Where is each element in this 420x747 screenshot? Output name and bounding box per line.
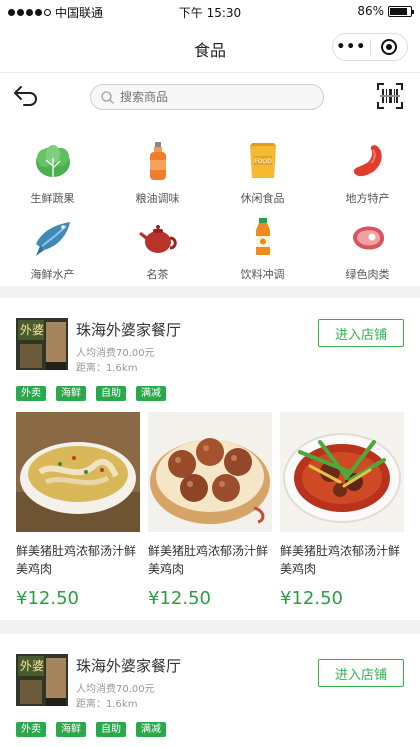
barcode-scan-icon[interactable]: [376, 82, 404, 110]
meat-icon: [352, 226, 384, 250]
category-label: 绿色肉类: [345, 268, 390, 281]
category-green-meat[interactable]: 绿色肉类: [315, 216, 420, 282]
vegetable-icon: [35, 145, 70, 177]
shop-card: 外婆 珠海外婆家餐厅 人均消费70.00元 距离：1.6km 进入店铺 外卖 海…: [0, 298, 420, 620]
category-label: 名茶: [146, 268, 169, 281]
category-local-specialty[interactable]: 地方特产: [315, 140, 420, 206]
category-label: 休闲食品: [240, 192, 285, 205]
svg-text:外婆: 外婆: [20, 323, 44, 337]
shop-tag: 自助: [96, 722, 126, 737]
category-label: 饮料冲调: [240, 268, 285, 281]
shop-distance: 距离：1.6km: [76, 699, 138, 710]
dish-price: ¥12.50: [148, 588, 211, 609]
dish-item[interactable]: 鲜美猪肚鸡浓郁汤汁鲜美鸡肉 ¥12.50: [16, 412, 140, 609]
search-row: [0, 72, 420, 120]
dish-image: [16, 412, 140, 532]
shop-avg-cost: 人均消费70.00元: [76, 348, 155, 359]
mini-program-capsule: •••: [332, 33, 408, 61]
shop-tag: 海鲜: [56, 386, 86, 401]
back-arrow-icon[interactable]: [12, 83, 40, 109]
search-icon: [101, 90, 114, 104]
teapot-icon: [138, 225, 177, 253]
status-bar: 中国联通 下午 15:30 86%: [0, 0, 420, 22]
category-label: 海鲜水产: [30, 268, 75, 281]
dish-price: ¥12.50: [280, 588, 343, 609]
target-circle-icon[interactable]: [370, 39, 407, 55]
snack-bag-icon: FOOD: [249, 143, 276, 178]
oil-bottle-icon: [149, 142, 166, 180]
shop-name[interactable]: 珠海外婆家餐厅: [76, 319, 181, 340]
battery-percent: 86%: [357, 4, 384, 18]
dish-name: 鲜美猪肚鸡浓郁汤汁鲜美鸡肉: [16, 544, 137, 576]
svg-text:外婆: 外婆: [20, 659, 44, 673]
category-grain-oil[interactable]: 粮油调味: [105, 140, 210, 206]
shop-tag: 满减: [136, 722, 166, 737]
category-seafood[interactable]: 海鲜水产: [0, 216, 105, 282]
dish-price: ¥12.50: [16, 588, 79, 609]
search-box[interactable]: [90, 84, 324, 110]
shop-tag: 外卖: [16, 386, 46, 401]
shop-name[interactable]: 珠海外婆家餐厅: [76, 655, 181, 676]
category-tea[interactable]: 名茶: [105, 216, 210, 282]
category-snacks[interactable]: FOOD 休闲食品: [210, 140, 315, 206]
dish-image: [148, 412, 272, 532]
enter-shop-button[interactable]: 进入店铺: [318, 319, 404, 347]
battery-icon: [388, 5, 414, 17]
more-dots-icon[interactable]: •••: [333, 40, 370, 54]
shop-tag: 满减: [136, 386, 166, 401]
shop-logo: 外婆: [16, 654, 68, 706]
dish-name: 鲜美猪肚鸡浓郁汤汁鲜美鸡肉: [148, 544, 269, 576]
search-input[interactable]: [120, 90, 310, 104]
category-label: 粮油调味: [135, 192, 180, 205]
shop-card: 外婆 珠海外婆家餐厅 人均消费70.00元 距离：1.6km 进入店铺 外卖 海…: [0, 634, 420, 747]
category-label: 地方特产: [345, 192, 390, 205]
shop-avg-cost: 人均消费70.00元: [76, 684, 155, 695]
svg-text:FOOD: FOOD: [254, 158, 272, 165]
drink-bottle-icon: [255, 218, 270, 255]
sausage-icon: [353, 145, 382, 177]
nav-bar: 食品 •••: [0, 22, 420, 72]
category-label: 生鲜蔬果: [30, 192, 75, 205]
dish-name: 鲜美猪肚鸡浓郁汤汁鲜美鸡肉: [280, 544, 401, 576]
category-drinks[interactable]: 饮料冲调: [210, 216, 315, 282]
enter-shop-button[interactable]: 进入店铺: [318, 659, 404, 687]
dish-image: [280, 412, 404, 532]
shop-tag: 自助: [96, 386, 126, 401]
dish-item[interactable]: 鲜美猪肚鸡浓郁汤汁鲜美鸡肉 ¥12.50: [280, 412, 404, 609]
category-grid: 生鲜蔬果 粮油调味 FOOD 休闲食品 地方特产 海鲜水产 名茶 饮料冲调 绿色…: [0, 120, 420, 286]
shop-tag: 外卖: [16, 722, 46, 737]
dish-item[interactable]: 鲜美猪肚鸡浓郁汤汁鲜美鸡肉 ¥12.50: [148, 412, 272, 609]
shop-tags: 外卖 海鲜 自助 满减: [16, 386, 166, 401]
category-fresh-produce[interactable]: 生鲜蔬果: [0, 140, 105, 206]
shop-logo: 外婆: [16, 318, 68, 370]
shop-tags: 外卖 海鲜 自助 满减: [16, 722, 166, 737]
shop-distance: 距离：1.6km: [76, 363, 138, 374]
shop-tag: 海鲜: [56, 722, 86, 737]
fish-icon: [35, 222, 70, 256]
